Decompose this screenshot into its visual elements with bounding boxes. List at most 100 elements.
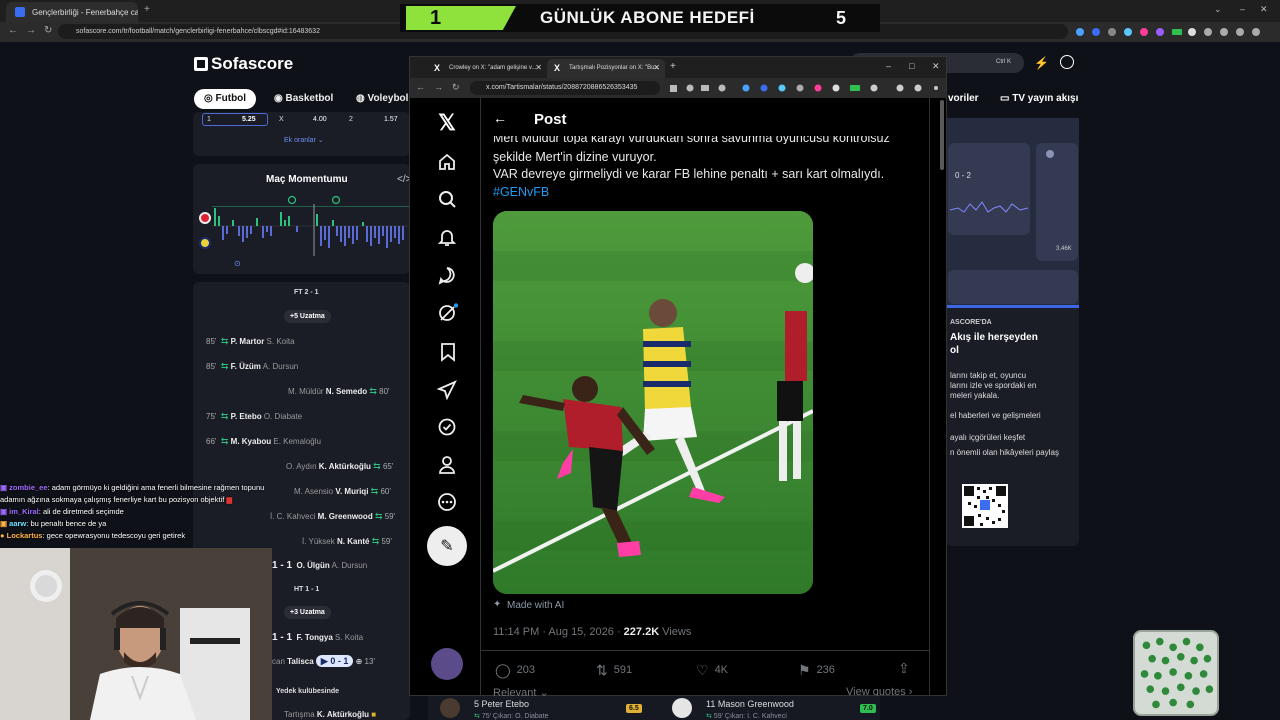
x-tab-crowley[interactable]: X Crowley on X: "adam gelişine v... ✕ (427, 59, 547, 78)
player-avatar[interactable] (672, 698, 692, 718)
bench-player: K. Aktürkoğlu (316, 710, 370, 719)
avatar[interactable] (431, 648, 463, 680)
grok-icon[interactable] (437, 303, 459, 323)
bookmark-button[interactable]: ⚑ 236 (798, 662, 835, 679)
compose-post-button[interactable]: ✎ (427, 526, 467, 566)
player-in: N. Semedo (325, 387, 368, 396)
post-timestamp[interactable]: 11:14 PM · Aug 15, 2026 · (493, 626, 624, 638)
video-play-icon[interactable]: ▶ (321, 656, 328, 666)
forward-icon[interactable]: → (434, 82, 443, 92)
event-row[interactable]: M. Müldür N. Semedo ⇆ 80' (288, 386, 390, 397)
event-row[interactable]: can Talisca ▶ 0 - 1 ⊕ 13' (272, 655, 375, 667)
more-odds-link[interactable]: Ek oranlar ⌄ (284, 136, 324, 144)
player-name[interactable]: 11 Mason Greenwood (706, 699, 794, 709)
event-row[interactable]: 85' ⇆ P. Martor S. Koita (206, 336, 295, 347)
home-icon[interactable] (437, 152, 457, 172)
compose-icon: ✎ (440, 538, 454, 555)
odds-home-value[interactable]: 5.25 (242, 116, 256, 123)
close-window-icon[interactable]: ✕ (1260, 4, 1268, 15)
event-row[interactable]: 1 - 1 O. Ülgün A. Dursun (272, 560, 367, 571)
odds-draw-label: X (279, 116, 284, 123)
user-icon[interactable] (1060, 55, 1074, 69)
x-logo-icon[interactable]: 𝕏 (436, 110, 458, 136)
player-avatar[interactable] (440, 698, 460, 718)
odds-away-value[interactable]: 1.57 (384, 116, 398, 123)
event-row[interactable]: İ. Yüksek N. Kanté ⇆ 59' (302, 536, 392, 547)
sofascore-logo[interactable]: Sofascore (194, 54, 293, 74)
chat-username[interactable]: im_Kiral (9, 507, 39, 516)
outer-tab-title: Gençlerbirliği - Fenerbahçe canlı (32, 8, 138, 17)
post-text-line: VAR devreye girmeliydi ve karar FB lehin… (493, 167, 885, 181)
reload-icon[interactable]: ↻ (44, 25, 52, 36)
post-hashtag-link[interactable]: #GENvFB (493, 185, 549, 199)
new-tab-icon[interactable]: + (670, 61, 676, 72)
event-minute: 59' (384, 512, 396, 521)
profile-icon[interactable] (437, 455, 457, 475)
reply-button[interactable]: ◯ 203 (495, 662, 535, 679)
player-in: P. Etebo (230, 412, 262, 421)
event-row[interactable]: Tartışma K. Aktürkoğlu ■ (284, 710, 376, 719)
outer-browser-tab[interactable]: Gençlerbirliği - Fenerbahçe canlı (6, 2, 138, 22)
promo-kicker: ASCORE'DA (950, 319, 992, 326)
tab-search-icon[interactable]: ⌄ (1214, 4, 1222, 15)
back-icon[interactable]: ← (8, 25, 18, 36)
post-image[interactable] (493, 211, 813, 594)
made-with-ai-label[interactable]: Made with AI (507, 600, 564, 611)
more-icon[interactable] (437, 492, 457, 512)
substitution-icon: ⇆ (220, 336, 229, 346)
like-button[interactable]: ♡ 4K (696, 662, 728, 679)
x-extension-icons[interactable] (670, 82, 942, 94)
chat-badge-icon: ▣ (0, 507, 10, 516)
x-url-bar[interactable]: x.com/Tartismalar/status/208872088652635… (470, 81, 660, 95)
close-tab-icon[interactable]: ✕ (653, 63, 660, 72)
minimize-icon[interactable]: – (1240, 4, 1245, 14)
outer-extension-icons[interactable] (1074, 26, 1274, 38)
forward-icon[interactable]: → (26, 25, 36, 36)
tab-futbol-label: Futbol (215, 93, 247, 104)
chat-username[interactable]: aarw (9, 519, 26, 528)
reload-icon[interactable]: ↻ (452, 82, 460, 93)
scrollbar[interactable] (940, 100, 944, 170)
repost-button[interactable]: ⇅ 591 (596, 662, 632, 679)
substitution-icon: ⇆ (373, 461, 381, 471)
odds-draw-value[interactable]: 4.00 (313, 116, 327, 123)
player-out: O. Diabate (263, 412, 303, 421)
close-window-icon[interactable]: ✕ (932, 61, 940, 72)
event-row[interactable]: O. Aydın K. Aktürkoğlu ⇆ 65' (286, 461, 393, 472)
close-tab-icon[interactable]: ✕ (535, 63, 542, 72)
back-icon[interactable]: ← (416, 82, 425, 92)
share-button[interactable]: ⇪ (898, 660, 916, 677)
x-tab-tartismali[interactable]: X Tartışmalı Pozisyonlar on X: "Bu... ✕ (547, 59, 665, 78)
event-row[interactable]: 75' ⇆ P. Etebo O. Diabate (206, 411, 302, 422)
nav-favoriler[interactable]: voriler (948, 93, 979, 104)
back-arrow-icon[interactable]: ← (493, 110, 507, 126)
nav-tv-yayin-akisi[interactable]: ▭ TV yayın akışı (1000, 93, 1078, 104)
goal-scorer: F. Tongya (296, 633, 333, 642)
chat-username[interactable]: zombie_ee (9, 483, 47, 492)
rocket-icon[interactable] (437, 380, 457, 400)
event-row[interactable]: 85' ⇆ F. Üzüm A. Dursun (206, 361, 298, 372)
minimize-icon[interactable]: – (886, 61, 891, 71)
maximize-icon[interactable]: □ (909, 61, 914, 71)
search-icon[interactable] (437, 189, 457, 209)
bolt-icon[interactable]: ⚡ (1034, 56, 1049, 70)
event-row[interactable]: İ. C. Kahveci M. Greenwood ⇆ 59' (270, 511, 395, 522)
chat-username[interactable]: Lockartus (7, 531, 43, 540)
player-in: M. Kyabou (230, 437, 272, 446)
tab-basketbol[interactable]: ◉ Basketbol (264, 89, 343, 109)
event-minute: 13' (364, 657, 375, 666)
new-tab-icon[interactable]: + (144, 4, 150, 15)
player-name[interactable]: 5 Peter Etebo (474, 699, 529, 709)
verified-icon[interactable] (437, 417, 457, 437)
tab-futbol[interactable]: ◎ Futbol (194, 89, 257, 109)
event-row[interactable]: 66' ⇆ M. Kyabou E. Kemaloğlu (206, 436, 321, 447)
chat-text: : gece opewrasyonu tedescoyu geri getire… (42, 531, 186, 540)
event-row[interactable]: M. Asensio V. Muriqi ⇆ 60' (294, 486, 391, 497)
chat-badge-icon: ▣ (0, 483, 10, 492)
tab-voleybol[interactable]: ◍ Voleybol (346, 89, 418, 109)
qr-code[interactable] (962, 484, 1008, 528)
bookmarks-icon[interactable] (439, 342, 457, 362)
event-row[interactable]: 1 - 1 F. Tongya S. Koita (272, 632, 363, 643)
messages-icon[interactable] (437, 265, 457, 285)
notifications-bell-icon[interactable] (437, 227, 457, 247)
